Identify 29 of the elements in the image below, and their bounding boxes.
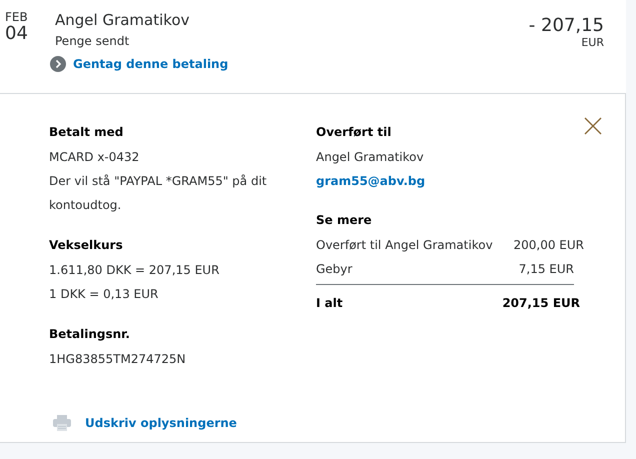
fee-label: Gebyr (316, 261, 352, 278)
detail-text: 1HG83855TM274725N (49, 351, 187, 368)
detail-text: Der vil stå "PAYPAL *GRAM55" på dit kontoudtog. (49, 173, 268, 214)
chevron-icon (50, 56, 66, 72)
section-heading: Betalt med (49, 124, 124, 141)
total-value: 207,15 EUR (502, 295, 580, 312)
date-day: 04 (5, 24, 55, 44)
detail-text: MCARD x-0432 (49, 149, 140, 166)
repeat-payment-link[interactable]: Gentag denne betaling (50, 56, 228, 72)
total-label: I alt (316, 295, 343, 312)
section-heading: Betalingsnr. (49, 326, 131, 343)
fee-value: 200,00 EUR (513, 237, 584, 254)
fee-value: 7,15 EUR (518, 261, 574, 278)
email-link[interactable]: gram55@abv.bg (316, 169, 426, 193)
currency: EUR (580, 36, 604, 49)
section-heading: Overført til (316, 124, 392, 141)
fee-label: Overført til Angel Gramatikov (316, 237, 493, 254)
print-link[interactable]: Udskriv oplysningerne (53, 415, 237, 431)
section-heading: Vekselkurs (49, 237, 124, 254)
date-month: FEB (5, 10, 29, 24)
payee-name: Angel Gramatikov (55, 10, 190, 30)
detail-text: 1 DKK = 0,13 EUR (49, 286, 160, 303)
recipient-name: Angel Gramatikov (316, 149, 425, 166)
amount: - 207,15 (528, 16, 604, 36)
transaction-status: Penge sendt (55, 33, 130, 50)
detail-text: 1.611,80 DKK = 207,15 EUR (49, 262, 220, 279)
close-icon[interactable] (584, 117, 602, 135)
printer-icon (53, 415, 71, 431)
section-heading: Se mere (316, 212, 373, 229)
